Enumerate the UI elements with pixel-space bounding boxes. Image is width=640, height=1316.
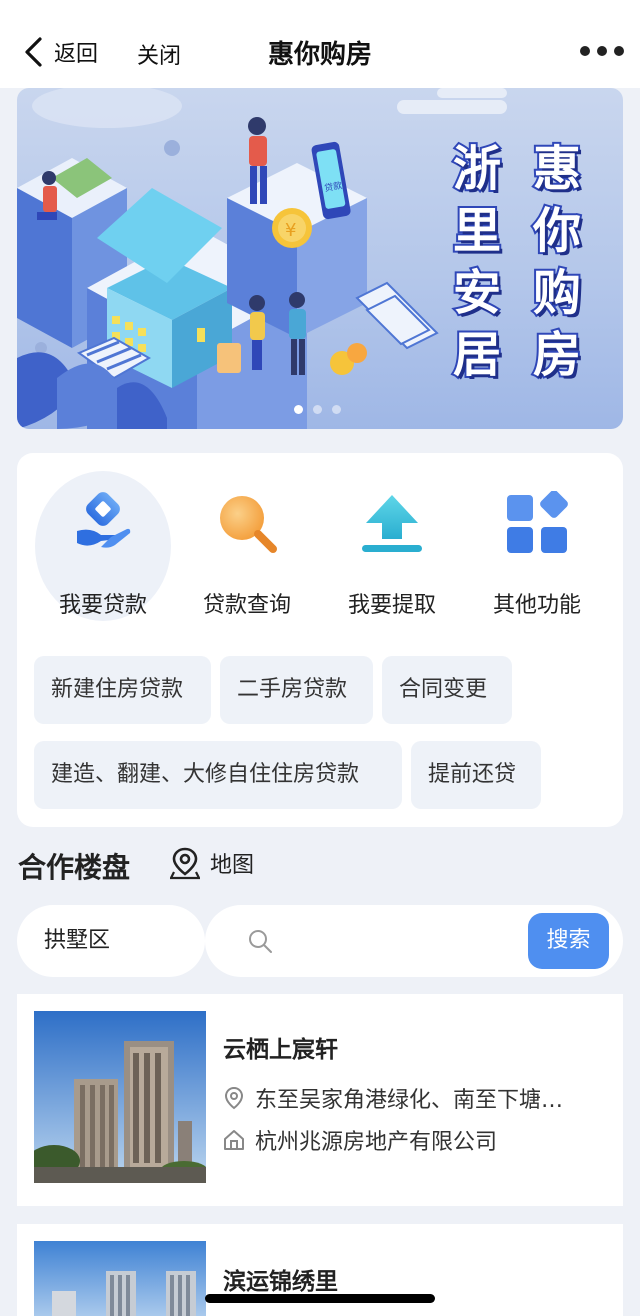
function-label: 其他功能	[492, 593, 581, 618]
banner-title-char: 里	[451, 201, 503, 261]
grid-apps-icon	[507, 491, 568, 553]
banner-title-char: 购	[531, 263, 583, 323]
hand-diamond-icon	[77, 492, 131, 548]
listing-name: 滨运锦绣里	[223, 1269, 338, 1295]
more-dot-icon	[597, 46, 607, 56]
function-label: 贷款查询	[202, 593, 291, 618]
promo-banner[interactable]: ¥ 贷款 浙 里 安 居 惠 你 购 房	[17, 88, 623, 429]
function-label: 我要贷款	[58, 593, 147, 618]
home-icon	[224, 1130, 244, 1150]
section-title: 合作楼盘	[18, 851, 131, 884]
carousel-dot[interactable]	[332, 405, 341, 414]
listing-developer-row: 杭州兆源房地产有限公司	[223, 1124, 497, 1156]
tag-contract-change[interactable]: 合同变更	[382, 656, 512, 724]
banner-title-char: 浙	[451, 139, 503, 199]
magnifier-icon	[220, 496, 277, 553]
banner-title-char: 惠	[531, 139, 583, 199]
banner-title-char: 居	[451, 325, 503, 385]
banner-title-char: 你	[531, 201, 583, 261]
nav-bar: 返回 关闭 惠你购房	[0, 0, 640, 88]
function-withdraw[interactable]: 我要提取	[322, 471, 462, 621]
home-indicator	[205, 1294, 435, 1303]
tag-second-hand-loan[interactable]: 二手房贷款	[220, 656, 373, 724]
tag-early-repayment[interactable]: 提前还贷	[411, 741, 541, 809]
search-input[interactable]	[285, 921, 515, 961]
map-button[interactable]: 地图	[170, 846, 254, 880]
page-title: 惠你购房	[267, 40, 372, 70]
more-dot-icon	[614, 46, 624, 56]
carousel-dot[interactable]	[294, 405, 303, 414]
listing-address: 东至吴家角港绿化、南至下塘…	[255, 1088, 564, 1113]
tag-build-renovate-loan[interactable]: 建造、翻建、大修自住住房贷款	[34, 741, 402, 809]
listing-address-row: 东至吴家角港绿化、南至下塘…	[223, 1082, 563, 1114]
location-pin-icon	[224, 1086, 244, 1110]
carousel-dot[interactable]	[313, 405, 322, 414]
map-label: 地图	[210, 853, 255, 878]
listing-name: 云栖上宸轩	[223, 1037, 338, 1063]
banner-title-char: 房	[531, 325, 583, 385]
search-icon	[249, 930, 272, 953]
upload-arrow-icon	[362, 495, 422, 552]
listing-developer: 杭州兆源房地产有限公司	[255, 1130, 498, 1155]
map-pin-icon	[170, 847, 200, 880]
listing-card[interactable]: 云栖上宸轩 东至吴家角港绿化、南至下塘… 杭州兆源房地产有限公司	[17, 994, 623, 1206]
function-label: 我要提取	[347, 593, 436, 618]
search-button[interactable]: 搜索	[528, 913, 609, 969]
listing-photo	[34, 1011, 206, 1183]
more-menu-button[interactable]	[580, 44, 624, 58]
function-other[interactable]: 其他功能	[467, 471, 607, 621]
more-dot-icon	[580, 46, 590, 56]
svg-text:¥: ¥	[285, 220, 296, 241]
function-apply-loan[interactable]: 我要贷款	[35, 471, 171, 621]
listing-photo	[34, 1241, 206, 1316]
district-selector[interactable]: 拱墅区	[17, 905, 205, 977]
tag-new-house-loan[interactable]: 新建住房贷款	[34, 656, 211, 724]
banner-title-char: 安	[451, 263, 503, 323]
function-loan-query[interactable]: 贷款查询	[177, 471, 317, 621]
carousel-indicator	[294, 405, 341, 414]
service-card: 我要贷款 贷款查询 我要提取 其他功能 新建住房贷款 二手房贷款 合同变更 建造…	[17, 453, 623, 827]
